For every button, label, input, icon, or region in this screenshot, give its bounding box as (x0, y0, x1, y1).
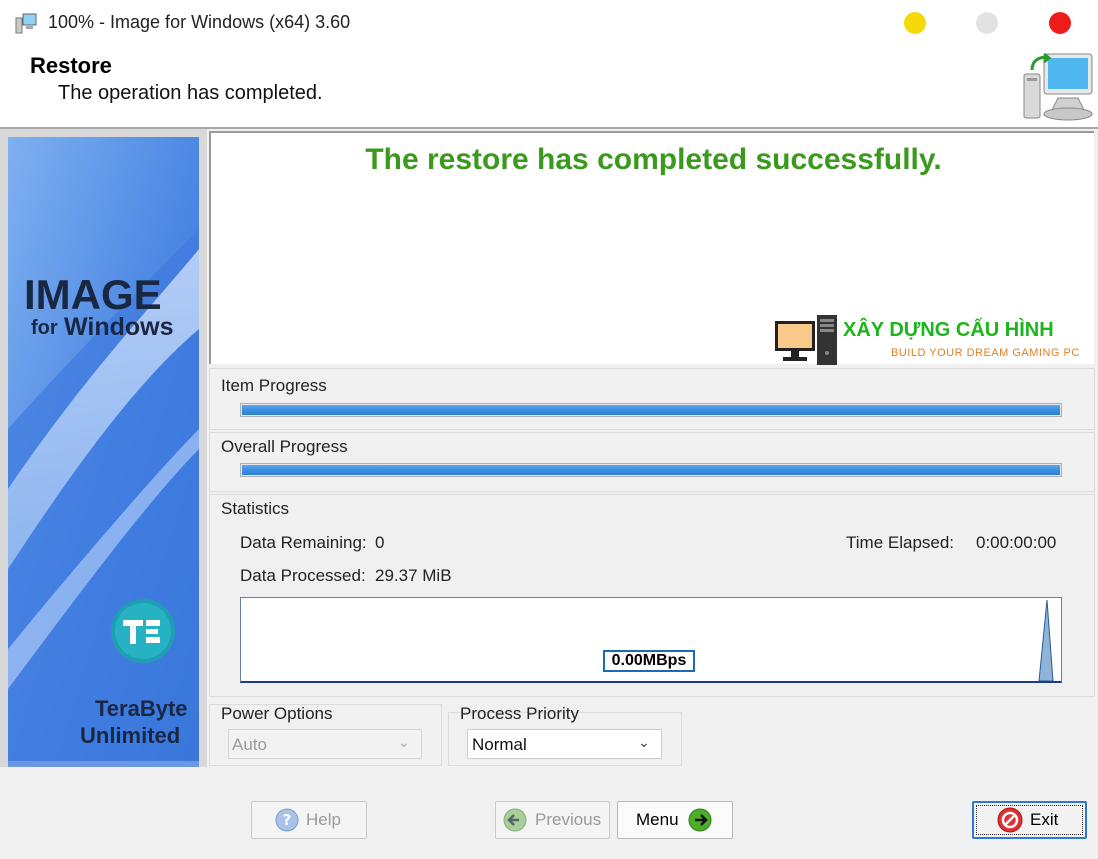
process-priority-value: Normal (472, 735, 527, 754)
help-icon: ? (275, 808, 299, 832)
item-progress-bar (240, 403, 1062, 417)
time-elapsed-value: 0:00:00:00 (976, 533, 1057, 552)
watermark-pc-icon (775, 315, 837, 365)
menu-button-label: Menu (636, 810, 679, 829)
watermark-subtitle: BUILD YOUR DREAM GAMING PC (891, 347, 1080, 359)
minimize-button[interactable] (904, 12, 926, 34)
item-progress-group (209, 368, 1095, 430)
maximize-button[interactable] (976, 12, 998, 34)
help-button-label: Help (306, 810, 341, 829)
logo-windows-text: Windows (64, 313, 174, 341)
data-processed-label: Data Processed: (240, 566, 366, 585)
banner-background (0, 129, 207, 767)
wizard-header: Restore The operation has completed. (0, 46, 1098, 129)
item-progress-fill (242, 405, 1060, 415)
chevron-down-icon: ⌄ (638, 734, 650, 750)
completion-message: The restore has completed successfully. (365, 143, 942, 176)
exit-button-label: Exit (1030, 810, 1059, 829)
power-options-value: Auto (232, 735, 267, 754)
item-progress-label: Item Progress (221, 376, 327, 395)
statistics-label: Statistics (221, 499, 290, 518)
product-banner: IMAGE for Windows TeraByte Unlimited (0, 129, 207, 767)
logo-for-text: for (31, 317, 58, 339)
data-processed-value: 29.37 MiB (375, 566, 452, 585)
time-elapsed-label: Time Elapsed: (846, 533, 955, 552)
data-remaining-value: 0 (375, 533, 385, 552)
data-remaining-label: Data Remaining: (240, 533, 367, 552)
company-name-line1: TeraByte (95, 696, 188, 721)
power-options-label: Power Options (221, 704, 333, 723)
window-title: 100% - Image for Windows (x64) 3.60 (48, 12, 351, 32)
status-pane: The restore has completed successfully. … (209, 131, 1094, 365)
logo-image-text: IMAGE (24, 271, 162, 318)
computer-icon (1023, 52, 1093, 121)
close-button[interactable] (1049, 12, 1071, 34)
overall-progress-fill (242, 465, 1060, 475)
watermark-title: XÂY DỰNG CẤU HÌNH (843, 319, 1054, 341)
app-icon (15, 13, 37, 34)
arrow-left-icon (503, 808, 527, 832)
chevron-down-icon: ⌄ (398, 734, 410, 750)
overall-progress-bar (240, 463, 1062, 477)
page-subtitle: The operation has completed. (58, 82, 323, 104)
arrow-right-icon (688, 808, 712, 832)
terabyte-logo-icon (111, 599, 175, 663)
svg-text:?: ? (283, 811, 292, 829)
previous-button-label: Previous (535, 810, 602, 829)
process-priority-label: Process Priority (460, 704, 580, 723)
overall-progress-label: Overall Progress (221, 437, 348, 456)
page-title: Restore (30, 53, 112, 78)
company-name-line2: Unlimited (80, 723, 181, 748)
exit-icon (997, 807, 1023, 833)
speed-readout: 0.00MBps (603, 650, 695, 672)
